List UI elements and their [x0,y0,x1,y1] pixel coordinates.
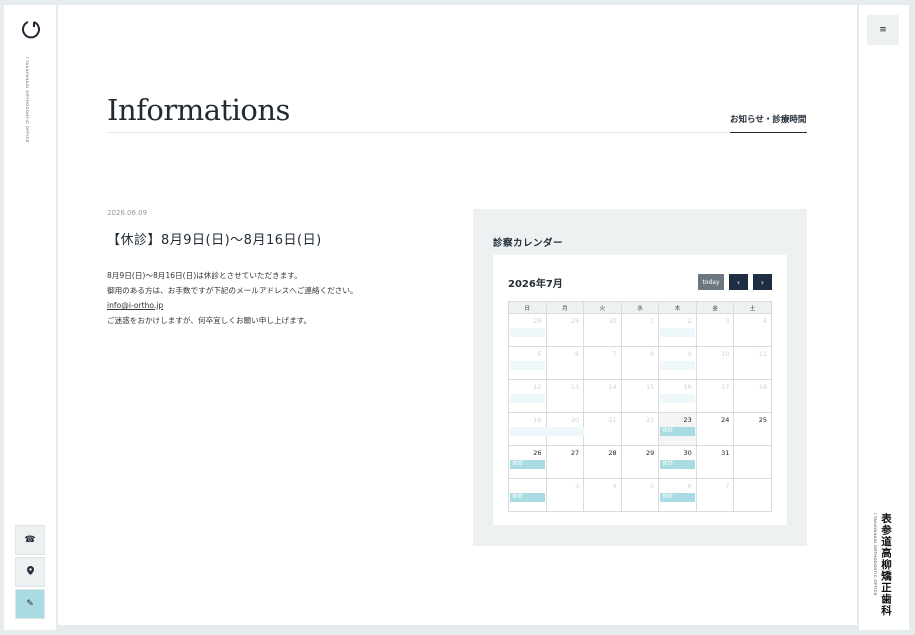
day-cell[interactable] [733,478,772,512]
tab-underline [730,132,807,133]
logo-icon[interactable] [22,20,40,42]
brand-name-en: I.TAKAYANAGI ORTHODONTIC OFFICE [873,513,878,596]
day-cell[interactable]: 28 [583,445,622,479]
day-cell[interactable]: 30 [583,313,622,347]
post-line: ご迷惑をおかけしますが、何卒宜しくお願い申し上げます。 [107,316,312,325]
event-label[interactable]: 休診 [660,394,695,403]
event-label[interactable]: 休診 [510,427,584,436]
weekday-header: 火 [583,301,622,314]
day-cell[interactable]: 25 [733,412,772,446]
chevron-right-icon: › [760,277,765,287]
right-rail: ≡ 表参道高柳矯正歯科 I.TAKAYANAGI ORTHODONTIC OFF… [859,5,909,630]
day-cell[interactable]: 26 休診 [508,445,547,479]
event-label[interactable]: 休診 [510,328,545,337]
day-cell[interactable]: 17 [695,379,735,413]
day-cell[interactable]: 27 [545,445,585,479]
day-cell[interactable]: 12 休診 [508,379,547,413]
calendar-panel: 診察カレンダー 2026年7月 today ‹ › 日 月 火 水 木 金 土 [473,209,807,546]
prev-month-button[interactable]: ‹ [729,274,748,290]
today-button[interactable]: today [698,274,724,290]
post-line: 8月9日(日)〜8月16日(日)は休診とさせていただきます。 [107,271,302,280]
weekday-header: 土 [733,301,772,314]
weekday-header: 月 [545,301,585,314]
tab-news-hours[interactable]: お知らせ・診療時間 [730,113,806,125]
day-cell[interactable]: 21 [583,412,622,446]
post-title: 【休診】8月9日(日)〜8月16日(日) [107,233,322,248]
weekday-header: 日 [508,301,547,314]
event-label[interactable]: 休診 [510,394,545,403]
map-button[interactable] [15,557,45,587]
event-label[interactable]: 休診 [660,361,695,370]
brand-name-jp: 表参道高柳矯正歯科 [880,513,892,617]
day-cell[interactable]: 19 休診 [508,412,584,446]
day-cell[interactable]: 7 [695,478,735,512]
pen-icon: ✎ [26,599,34,609]
day-cell[interactable]: 14 [583,379,622,413]
left-rail: I.TAKAYANAGI ORTHODONTIC OFFICE ☎ ✎ [4,5,56,630]
day-cell[interactable]: 6 [545,346,585,380]
next-month-button[interactable]: › [753,274,772,290]
map-pin-icon [26,566,34,578]
title-divider [107,132,807,133]
event-label[interactable]: 休診 [660,460,695,469]
day-cell[interactable]: 1 [620,313,660,347]
day-cell[interactable]: 2 休診 [658,313,697,347]
day-cell[interactable]: 6 休診 [658,478,697,512]
weekday-header: 木 [658,301,697,314]
day-cell[interactable]: 29 [545,313,585,347]
day-cell[interactable]: 3 [545,478,585,512]
event-label[interactable]: 休診 [510,493,545,502]
post-body: 8月9日(日)〜8月16日(日)は休診とさせていただきます。 御用のある方は、お… [107,268,358,328]
chevron-left-icon: ‹ [736,277,741,287]
day-cell[interactable]: 5 [620,478,660,512]
event-label[interactable]: 休診 [510,460,545,469]
event-label[interactable]: 休診 [660,493,695,502]
day-cell[interactable]: 3 [695,313,735,347]
day-cell[interactable]: 4 [733,313,772,347]
day-cell[interactable]: 休診 [508,478,547,512]
phone-button[interactable]: ☎ [15,525,45,555]
day-cell[interactable]: 18 [733,379,772,413]
day-cell[interactable]: 31 [695,445,735,479]
day-cell[interactable]: 13 [545,379,585,413]
reservation-button[interactable]: ✎ [15,589,45,619]
day-cell[interactable] [733,445,772,479]
day-cell[interactable]: 8 [620,346,660,380]
day-cell[interactable]: 10 [695,346,735,380]
page-title: Informations [107,93,290,127]
day-cell[interactable]: 29 [620,445,660,479]
event-label[interactable]: 休診 [660,427,695,436]
calendar-card: 2026年7月 today ‹ › 日 月 火 水 木 金 土 28 休診 29… [493,255,787,525]
post-line: 御用のある方は、お手数ですが下記のメールアドレスへご連絡ください。 [107,286,358,295]
day-cell[interactable]: 15 [620,379,660,413]
day-cell[interactable]: 4 [583,478,622,512]
day-cell[interactable]: 11 [733,346,772,380]
menu-button[interactable]: ≡ [867,15,899,45]
weekday-header: 水 [620,301,660,314]
calendar-month: 2026年7月 [508,279,563,290]
event-label[interactable]: 休診 [510,361,545,370]
day-cell[interactable]: 22 [620,412,660,446]
day-cell[interactable]: 5 休診 [508,346,547,380]
menu-icon: ≡ [879,25,887,35]
day-cell-today[interactable]: 23 休診 [658,412,697,446]
calendar-grid: 日 月 火 水 木 金 土 28 休診 29 30 1 2 休診 3 4 5 休… [508,301,772,512]
day-cell[interactable]: 30 休診 [658,445,697,479]
weekday-header: 金 [695,301,735,314]
email-link[interactable]: info@i-ortho.jp [107,298,358,313]
day-cell[interactable]: 16 休診 [658,379,697,413]
calendar-heading: 診察カレンダー [493,238,564,249]
main-content: Informations お知らせ・診療時間 2026.06.09 【休診】8月… [58,5,857,625]
day-cell[interactable]: 9 休診 [658,346,697,380]
phone-icon: ☎ [24,535,36,545]
day-cell[interactable]: 7 [583,346,622,380]
logo-text: I.TAKAYANAGI ORTHODONTIC OFFICE [25,57,30,143]
post-date: 2026.06.09 [107,209,148,217]
day-cell[interactable]: 28 休診 [508,313,547,347]
event-label[interactable]: 休診 [660,328,695,337]
day-cell[interactable]: 24 [695,412,735,446]
